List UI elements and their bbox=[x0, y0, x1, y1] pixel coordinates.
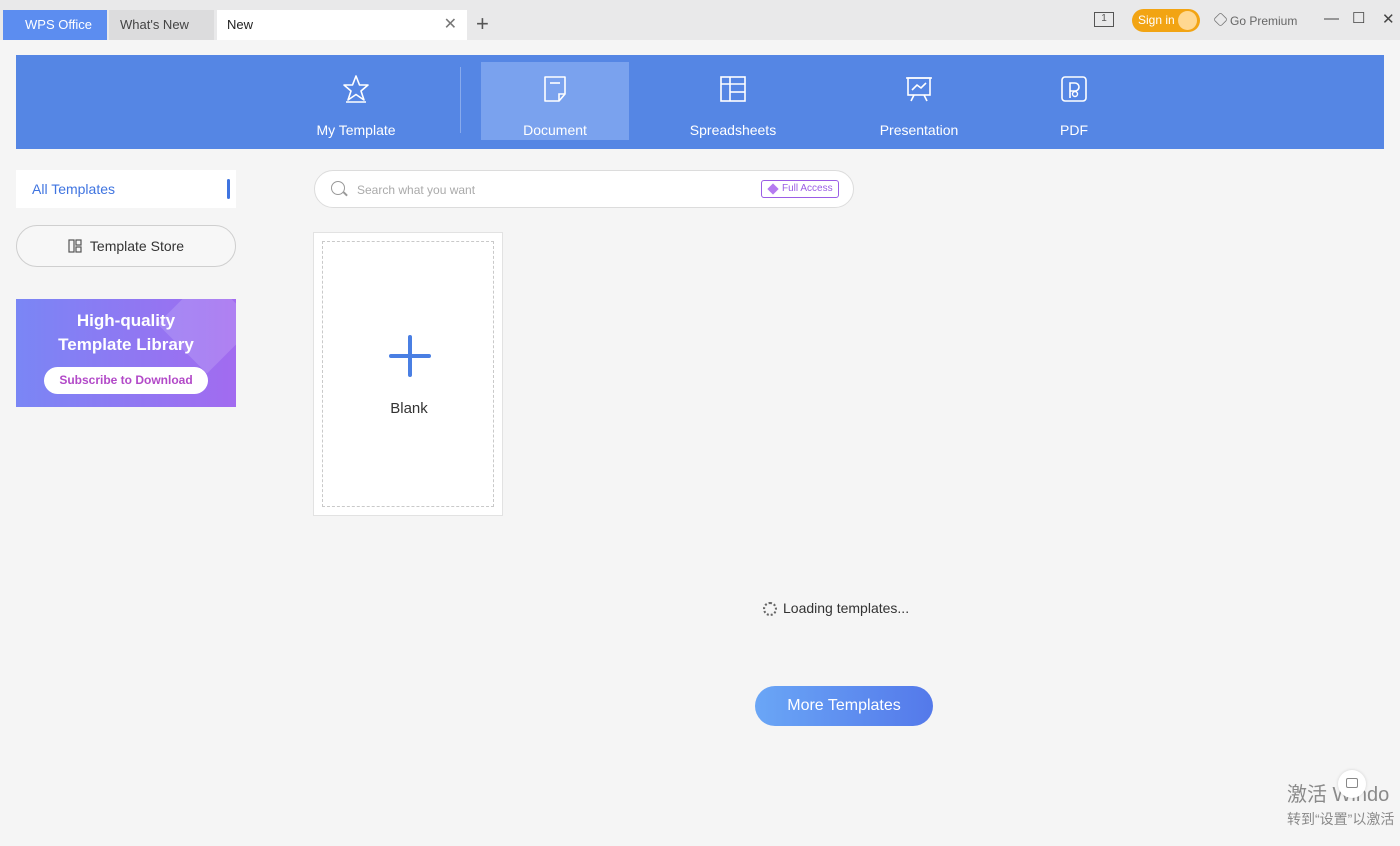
template-store-label: Template Store bbox=[89, 238, 185, 254]
add-tab-icon[interactable]: + bbox=[476, 11, 489, 37]
maximize-icon[interactable]: ☐ bbox=[1352, 9, 1365, 27]
plus-icon-vertical bbox=[408, 335, 412, 377]
title-bar: WPS Office What's New New ✕ + 1 Sign in … bbox=[0, 0, 1400, 40]
category-label: Presentation bbox=[879, 122, 959, 138]
spinner-icon bbox=[763, 602, 777, 616]
pdf-icon bbox=[1061, 76, 1087, 102]
full-access-badge[interactable]: Full Access bbox=[761, 180, 839, 198]
sidebar-item-label: All Templates bbox=[32, 181, 116, 197]
more-templates-button[interactable]: More Templates bbox=[755, 686, 933, 726]
go-premium-label: Go Premium bbox=[1230, 14, 1298, 28]
category-label: PDF bbox=[1060, 122, 1088, 138]
feedback-icon[interactable] bbox=[1338, 770, 1366, 798]
full-access-label: Full Access bbox=[782, 183, 833, 194]
tab-new[interactable]: New ✕ bbox=[217, 10, 467, 40]
activation-line2: 转到“设置”以激活 bbox=[1287, 811, 1395, 827]
close-tab-icon[interactable]: ✕ bbox=[444, 10, 457, 40]
template-store-button[interactable]: Template Store bbox=[16, 225, 236, 267]
minimize-icon[interactable]: — bbox=[1324, 10, 1339, 27]
category-presentation[interactable]: Presentation bbox=[845, 62, 993, 140]
spreadsheet-icon bbox=[720, 76, 746, 102]
presentation-icon bbox=[906, 77, 932, 102]
sign-in-button[interactable]: Sign in bbox=[1132, 9, 1200, 32]
search-input[interactable] bbox=[355, 179, 739, 201]
category-header: My Template Document Spreadsheets Presen… bbox=[16, 55, 1384, 149]
promo-title: High-quality Template Library bbox=[16, 309, 236, 357]
premium-icon bbox=[1213, 12, 1228, 27]
blank-label: Blank bbox=[390, 400, 428, 417]
header-divider bbox=[460, 67, 461, 133]
loading-indicator: Loading templates... bbox=[763, 600, 909, 616]
category-pdf[interactable]: PDF bbox=[1000, 62, 1148, 140]
active-indicator bbox=[227, 179, 230, 199]
sidebar-item-all-templates[interactable]: All Templates bbox=[16, 170, 236, 208]
loading-text: Loading templates... bbox=[783, 600, 910, 616]
tab-whats-new[interactable]: What's New bbox=[109, 10, 214, 40]
blank-dashed-area: Blank bbox=[322, 241, 494, 507]
avatar bbox=[1178, 11, 1197, 30]
category-label: My Template bbox=[316, 122, 396, 138]
tab-wps-office[interactable]: WPS Office bbox=[3, 10, 107, 40]
search-icon bbox=[331, 181, 345, 195]
star-icon bbox=[343, 75, 369, 103]
category-my-template[interactable]: My Template bbox=[282, 62, 430, 140]
window-count-icon[interactable]: 1 bbox=[1094, 12, 1114, 27]
template-store-icon bbox=[68, 239, 82, 253]
category-spreadsheets[interactable]: Spreadsheets bbox=[659, 62, 807, 140]
promo-banner[interactable]: High-quality Template Library Subscribe … bbox=[16, 299, 236, 407]
category-label: Spreadsheets bbox=[689, 122, 777, 138]
document-icon bbox=[544, 76, 566, 102]
close-window-icon[interactable]: ✕ bbox=[1382, 10, 1395, 28]
category-label: Document bbox=[523, 122, 587, 138]
promo-title-line2: Template Library bbox=[58, 335, 194, 354]
diamond-icon bbox=[767, 183, 779, 195]
tab-new-label: New bbox=[227, 17, 254, 32]
search-bar: Full Access bbox=[314, 170, 854, 208]
subscribe-button[interactable]: Subscribe to Download bbox=[44, 367, 208, 394]
go-premium-button[interactable]: Go Premium bbox=[1213, 12, 1298, 28]
blank-template-card[interactable]: Blank bbox=[313, 232, 503, 516]
sign-in-label: Sign in bbox=[1138, 13, 1175, 27]
category-document[interactable]: Document bbox=[481, 62, 629, 140]
promo-title-line1: High-quality bbox=[76, 311, 176, 330]
